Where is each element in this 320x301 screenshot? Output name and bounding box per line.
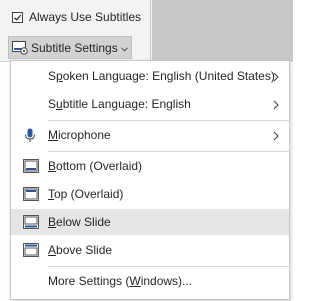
menu-separator [48,266,289,267]
menu-item-label: Microphone [48,128,111,142]
menu-item-spoken-language[interactable]: Spoken Language: English (United States) [11,63,289,89]
menu-item-label: Above Slide [48,243,113,257]
ribbon-separator [150,0,151,62]
microphone-icon [23,128,37,146]
menu-separator [48,120,289,121]
bottom-overlaid-icon [23,159,39,176]
subtitle-settings-label: Subtitle Settings [31,40,118,55]
always-use-subtitles-checkbox[interactable]: Always Use Subtitles [12,9,141,25]
top-overlaid-icon [23,187,39,204]
menu-item-label: Subtitle Language: English [48,97,191,111]
menu-item-label: Top (Overlaid) [48,187,124,201]
always-use-subtitles-label: Always Use Subtitles [29,10,142,24]
menu-item-label: More Settings (Windows)... [48,274,193,288]
menu-item-above-slide[interactable]: Above Slide [11,237,289,263]
subtitle-settings-menu: Spoken Language: English (United States)… [10,60,290,300]
chevron-right-icon [273,99,279,113]
ribbon-right-area [152,0,293,62]
menu-item-label: Spoken Language: English (United States) [48,69,275,83]
checkbox-checked-icon [12,11,23,23]
chevron-right-icon [273,71,279,85]
menu-item-microphone[interactable]: Microphone [11,122,289,148]
menu-item-label: Below Slide [48,215,111,229]
subtitle-settings-button[interactable]: Subtitle Settings [8,36,132,59]
menu-item-below-slide[interactable]: Below Slide [11,209,289,235]
menu-item-subtitle-language[interactable]: Subtitle Language: English [11,91,289,117]
menu-item-bottom-overlaid[interactable]: Bottom (Overlaid) [11,153,289,179]
chevron-down-icon [120,41,128,55]
subtitle-settings-icon [12,40,28,55]
menu-item-label: Bottom (Overlaid) [48,159,143,173]
chevron-right-icon [273,130,279,144]
menu-item-more-settings[interactable]: More Settings (Windows)... [11,268,289,294]
menu-item-top-overlaid[interactable]: Top (Overlaid) [11,181,289,207]
above-slide-icon [23,243,39,260]
below-slide-icon [23,215,39,232]
menu-separator [48,151,289,152]
